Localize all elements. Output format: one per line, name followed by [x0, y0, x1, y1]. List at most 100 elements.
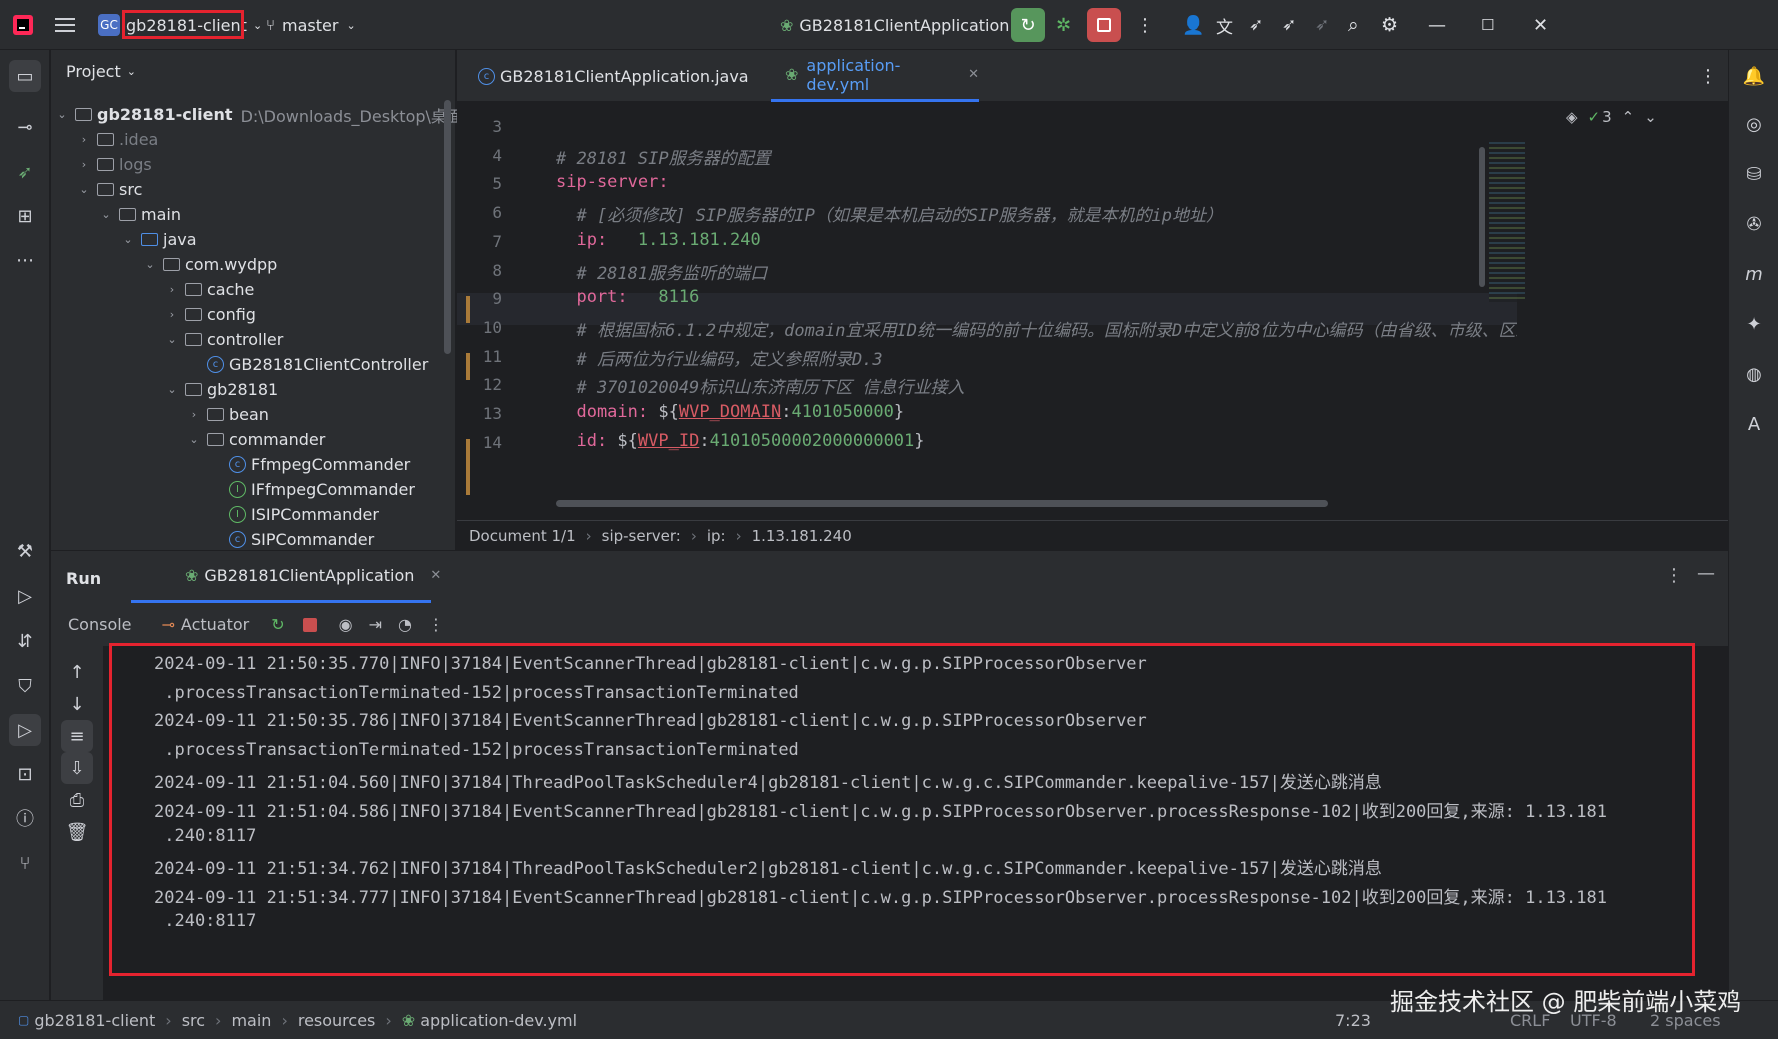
structure-icon[interactable]: ⊞ — [9, 200, 41, 232]
inspection-widget[interactable]: ◈ ✓ 3 ⌃ ⌄ — [1566, 108, 1657, 126]
chevron-down-icon[interactable]: ⌄ — [77, 183, 91, 196]
chevron-right-icon[interactable]: › — [165, 308, 179, 321]
chevron-right-icon[interactable]: › — [187, 408, 201, 421]
chevron-down-icon[interactable]: ⌄ — [165, 333, 179, 346]
tab-close-icon[interactable]: ✕ — [430, 568, 441, 583]
chevron-down-icon[interactable]: ⌄ — [165, 383, 179, 396]
pull-requests-icon[interactable]: ⇵ — [9, 625, 41, 657]
tree-item-logs[interactable]: › logs — [77, 152, 152, 177]
tree-item-ffmpegcommander[interactable]: c FfmpegCommander — [209, 452, 410, 477]
tree-item-iffmpegcommander[interactable]: I IFfmpegCommander — [209, 477, 415, 502]
breadcrumb-value[interactable]: 1.13.181.240 — [752, 527, 852, 545]
chevron-down-icon[interactable]: ⌄ — [99, 208, 113, 221]
code-with-me-icon[interactable]: 👤 — [1182, 0, 1204, 50]
tree-root[interactable]: ⌄ gb28181-client D:\Downloads_Desktop\桌面 — [55, 102, 463, 127]
profiler-icon[interactable]: ◔ — [398, 615, 412, 634]
gradle-icon[interactable]: ✇ — [1738, 208, 1770, 240]
tree-item-java[interactable]: ⌄ java — [121, 227, 196, 252]
tree-item--idea[interactable]: › .idea — [77, 127, 159, 152]
tree-item-cache[interactable]: › cache — [165, 277, 255, 302]
build-icon[interactable]: ⚒ — [9, 535, 41, 567]
ai-assistant-icon[interactable]: ◎ — [1738, 108, 1770, 140]
project-folder-icon[interactable]: ▭ — [9, 60, 41, 92]
tab-close-icon[interactable]: ✕ — [968, 67, 979, 82]
breadcrumb-sip-server[interactable]: sip-server: — [602, 527, 681, 545]
status-path-2[interactable]: main — [231, 1011, 271, 1030]
tab-application-java[interactable]: c GB28181ClientApplication.java — [472, 50, 772, 102]
tree-item-config[interactable]: › config — [165, 302, 256, 327]
chevron-right-icon[interactable]: › — [165, 283, 179, 296]
rerun-icon[interactable]: ↻ — [271, 615, 284, 634]
tree-item-bean[interactable]: › bean — [187, 402, 269, 427]
console-more-icon[interactable]: ⋮ — [428, 615, 444, 634]
web-icon[interactable]: ◍ — [1738, 358, 1770, 390]
translation-icon[interactable]: A — [1738, 408, 1770, 440]
git-icon[interactable]: ⑂ — [9, 847, 41, 879]
tree-item-src[interactable]: ⌄ src — [77, 177, 142, 202]
run-config-tab[interactable]: ❀ GB28181ClientApplication ✕ — [131, 551, 441, 603]
tree-item-gb28181clientcontroller[interactable]: c GB28181ClientController — [187, 352, 428, 377]
scroll-down-icon[interactable]: ↓ — [61, 688, 93, 720]
main-menu-icon[interactable] — [55, 0, 75, 50]
scroll-up-icon[interactable]: ↑ — [61, 656, 93, 688]
branch-widget[interactable]: ⑂ master ⌄ — [266, 0, 356, 50]
clear-console-icon[interactable]: 🗑 — [61, 816, 93, 848]
exit-icon[interactable]: ⇥ — [369, 615, 382, 634]
project-panel-header[interactable]: Project ⌄ — [66, 56, 136, 86]
problems-icon[interactable]: ⓘ — [9, 802, 41, 834]
tree-item-isipcommander[interactable]: I ISIPCommander — [209, 502, 379, 527]
minimize-icon[interactable]: — — [1428, 0, 1446, 50]
tree-item-com-wydpp[interactable]: ⌄ com.wydpp — [143, 252, 277, 277]
soft-wrap-icon[interactable]: ≡ — [61, 720, 93, 752]
plugin-icon[interactable]: ✦ — [1738, 308, 1770, 340]
status-path-1[interactable]: src — [182, 1011, 205, 1030]
scroll-to-end-icon[interactable]: ⇩ — [61, 752, 93, 784]
deploy-icon[interactable]: ➶ — [1249, 0, 1263, 50]
more-actions-icon[interactable]: ⋮ — [1136, 0, 1154, 50]
maven-icon[interactable]: m — [1738, 258, 1770, 290]
tab-application-dev-yml[interactable]: ❀ application-dev.yml ✕ — [771, 50, 979, 102]
cursor-position[interactable]: 7:23 — [1335, 1011, 1371, 1030]
actuator-tab[interactable]: Actuator — [181, 615, 249, 634]
stop-button[interactable] — [1087, 0, 1121, 50]
debug-icon[interactable]: ✲ — [1056, 0, 1071, 50]
maximize-icon[interactable]: ☐ — [1481, 0, 1494, 50]
horizontal-scrollbar[interactable] — [556, 500, 1328, 507]
run-icon[interactable]: ▷ — [9, 714, 41, 746]
status-path-4[interactable]: application-dev.yml — [420, 1011, 577, 1030]
tree-item-sipcommander[interactable]: c SIPCommander — [209, 527, 374, 552]
stop-icon[interactable] — [302, 617, 317, 632]
editor-scrollbar[interactable] — [1479, 147, 1485, 287]
status-path-0[interactable]: gb28181-client — [34, 1011, 155, 1030]
notifications-icon[interactable]: 🔔 — [1738, 60, 1770, 92]
screenshot-icon[interactable]: ◉ — [339, 615, 353, 634]
jrebel-icon[interactable]: ➶ — [9, 156, 41, 188]
chevron-right-icon[interactable]: › — [77, 133, 91, 146]
chevron-down-icon[interactable]: ⌄ — [143, 258, 157, 271]
tree-scrollbar[interactable] — [444, 100, 451, 354]
tree-item-commander[interactable]: ⌄ commander — [187, 427, 325, 452]
tree-item-controller[interactable]: ⌄ controller — [165, 327, 283, 352]
terminal-icon[interactable]: ⊡ — [9, 758, 41, 790]
hide-panel-icon[interactable]: — — [1697, 563, 1715, 584]
chevron-down-icon[interactable]: ⌄ — [187, 433, 201, 446]
search-icon[interactable]: ⌕ — [1348, 0, 1359, 50]
database-icon[interactable]: ⛁ — [1738, 158, 1770, 190]
rerun-button[interactable]: ↻ — [1011, 0, 1045, 50]
chevron-down-icon[interactable]: ⌄ — [121, 233, 135, 246]
breadcrumb-document[interactable]: Document 1/1 — [469, 527, 576, 545]
more-tools-icon[interactable]: ⋯ — [9, 244, 41, 276]
services-icon[interactable]: ▷ — [9, 580, 41, 612]
print-icon[interactable]: ⎙ — [61, 784, 93, 816]
breadcrumb-ip[interactable]: ip: — [707, 527, 726, 545]
console-tab[interactable]: Console — [68, 615, 132, 634]
chevron-right-icon[interactable]: › — [77, 158, 91, 171]
close-icon[interactable]: ✕ — [1533, 0, 1548, 50]
app-logo-icon[interactable] — [12, 0, 34, 50]
settings-gear-icon[interactable]: ⚙ — [1381, 0, 1398, 50]
tab-more-icon[interactable]: ⋮ — [1699, 50, 1717, 102]
deploy-alt-icon[interactable]: ➶ — [1282, 0, 1296, 50]
run-more-icon[interactable]: ⋮ — [1665, 565, 1683, 586]
endpoints-icon[interactable]: ⛉ — [9, 670, 41, 702]
status-path-3[interactable]: resources — [298, 1011, 376, 1030]
